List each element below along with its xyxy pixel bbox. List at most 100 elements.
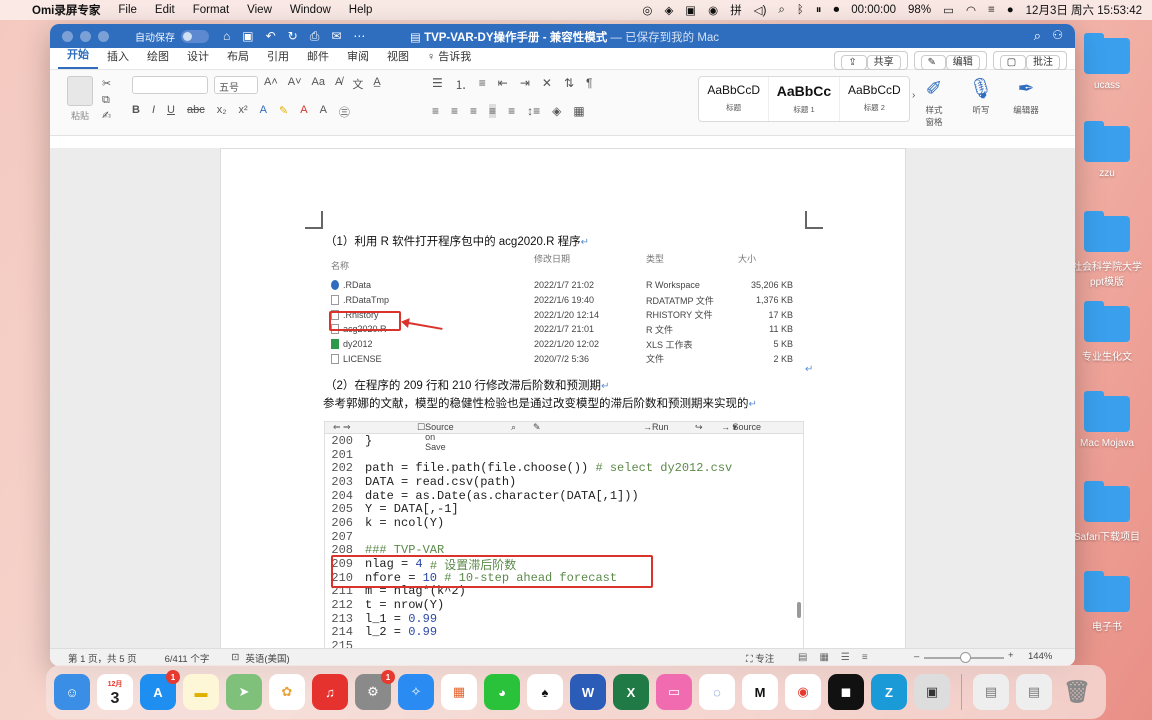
dock-recent-doc-2[interactable]: ▤ — [1016, 674, 1052, 710]
dock-recent-doc-1[interactable]: ▤ — [973, 674, 1009, 710]
char-border-icon[interactable]: A̲ — [373, 76, 380, 92]
styles-more-icon[interactable]: › — [912, 90, 915, 101]
share-button[interactable]: ⇪ 共享 — [834, 51, 908, 70]
dock-system-settings[interactable]: ⚙ 1 — [355, 670, 395, 710]
grow-font-icon[interactable]: A˄ — [264, 76, 278, 92]
siri-icon[interactable]: ● — [1007, 4, 1014, 16]
shading-icon[interactable]: ◈ — [552, 104, 561, 118]
clock[interactable]: 12月3日 周六 15:53:42 — [1026, 2, 1142, 18]
desktop-folder-ppt[interactable]: 社会科学院大学 ppt模版 — [1067, 211, 1147, 288]
dock-gmail[interactable]: M — [742, 674, 778, 710]
screen-status-icon[interactable]: ▣ — [685, 3, 696, 17]
desktop-folder-ebook[interactable]: 电子书 — [1067, 571, 1147, 633]
menu-format[interactable]: Format — [193, 4, 229, 16]
font-color-icon[interactable]: A — [300, 104, 307, 120]
bold-icon[interactable]: B — [132, 104, 140, 120]
tab-draw[interactable]: 绘图 — [138, 48, 178, 69]
menu-edit[interactable]: Edit — [155, 4, 175, 16]
page-count[interactable]: 第 1 页，共 5 页 — [68, 651, 137, 665]
more-icon[interactable]: ⋯ — [353, 29, 365, 44]
style-gallery[interactable]: AaBbCcD 标题 AaBbCc 标题 1 AaBbCcD 标题 2 — [698, 76, 910, 122]
undo-icon[interactable]: ↶ — [266, 29, 276, 44]
message-status-icon[interactable]: ◈ — [664, 3, 673, 17]
mail-icon[interactable]: ✉ — [331, 29, 341, 44]
decrease-indent-icon[interactable]: ⇤ — [498, 76, 508, 93]
dock-launchpad[interactable]: ▦ — [441, 674, 477, 710]
tab-home[interactable]: 开始 — [58, 46, 98, 69]
home-icon[interactable]: ⌂ — [223, 29, 230, 44]
outline-icon[interactable]: ☰ — [841, 652, 850, 663]
enclose-char-icon[interactable]: ㊂ — [339, 104, 350, 120]
zoom-out-icon[interactable]: – — [914, 651, 919, 662]
proofing-icon[interactable]: ⊡ — [231, 652, 239, 663]
autosave-toggle[interactable] — [181, 29, 209, 43]
text-effects-icon[interactable]: A — [260, 104, 267, 120]
paragraph-step1[interactable]: （1）利用 R 软件打开程序包中的 acg2020.R 程序↵ — [325, 233, 589, 249]
record-stop-icon[interactable]: ⏺ — [834, 4, 840, 17]
tab-insert[interactable]: 插入 — [98, 48, 138, 69]
dock-maps[interactable]: ➤ — [226, 674, 262, 710]
show-marks-icon[interactable]: ¶ — [586, 76, 592, 93]
dock-wechat[interactable]: ◕ — [484, 674, 520, 710]
menu-window[interactable]: Window — [290, 4, 331, 16]
volume-icon[interactable]: ◁) — [754, 3, 767, 17]
paragraph-step2[interactable]: （2）在程序的 209 行和 210 行修改滞后阶数和预测期↵ — [325, 377, 609, 393]
bullets-icon[interactable]: ☰ — [432, 76, 443, 93]
format-painter-icon[interactable]: ✍ — [102, 108, 111, 124]
superscript-icon[interactable]: x² — [239, 104, 248, 120]
dock-zotero[interactable]: Z — [871, 674, 907, 710]
clear-format-icon[interactable]: A̸ — [335, 76, 342, 92]
dock-finder[interactable]: ☺ — [54, 674, 90, 710]
input-method-icon[interactable]: 拼 — [730, 2, 742, 18]
account-icon[interactable]: ⚇ — [1052, 28, 1063, 42]
search-status-icon[interactable]: ⌕ — [778, 4, 784, 17]
zoom-in-icon[interactable]: + — [1008, 650, 1014, 661]
word-count[interactable]: 6/411 个字 — [165, 651, 210, 665]
zoom-button[interactable] — [98, 30, 109, 42]
zoom-level[interactable]: 144% — [1028, 651, 1052, 662]
multilevel-list-icon[interactable]: ≡ — [479, 76, 486, 93]
dock-excel[interactable]: X — [613, 674, 649, 710]
print-icon[interactable]: ⎙ — [310, 29, 320, 44]
close-button[interactable] — [62, 30, 73, 42]
save-icon[interactable]: ▣ — [242, 29, 253, 44]
dock-safari[interactable]: ✧ — [398, 674, 434, 710]
style-heading-2[interactable]: AaBbCcD 标题 2 — [840, 77, 909, 121]
desktop-folder-biochem[interactable]: 专业生化文 — [1067, 301, 1147, 363]
sort-icon[interactable]: ⇅ — [564, 76, 574, 93]
menu-file[interactable]: File — [118, 4, 137, 16]
tab-tell-me[interactable]: ♀ 告诉我 — [418, 48, 480, 69]
subscript-icon[interactable]: x₂ — [217, 104, 227, 120]
align-center-icon[interactable]: ≡ — [451, 104, 458, 118]
highlight-icon[interactable]: ✎ — [279, 104, 288, 120]
borders-icon[interactable]: ▦ — [573, 104, 584, 118]
tab-layout[interactable]: 布局 — [218, 48, 258, 69]
dock-preview[interactable]: ▣ — [914, 674, 950, 710]
battery-icon[interactable]: ▭ — [943, 3, 954, 17]
web-layout-icon[interactable]: ▦ — [819, 652, 828, 663]
wifi-icon[interactable]: ◠ — [966, 3, 976, 17]
strikethrough-icon[interactable]: abc — [187, 104, 205, 120]
font-name-select[interactable] — [132, 76, 208, 94]
tab-review[interactable]: 审阅 — [338, 48, 378, 69]
underline-icon[interactable]: U — [167, 104, 175, 120]
document-area[interactable]: （1）利用 R 软件打开程序包中的 acg2020.R 程序↵ 名称 修改日期 … — [50, 148, 1075, 648]
chinese-layout-icon[interactable]: ✕ — [542, 76, 552, 93]
italic-icon[interactable]: I — [152, 104, 155, 120]
wechat-status-icon[interactable]: ◎ — [642, 3, 652, 17]
numbering-icon[interactable]: ⒈ — [455, 76, 467, 93]
tab-references[interactable]: 引用 — [258, 48, 298, 69]
page[interactable]: （1）利用 R 软件打开程序包中的 acg2020.R 程序↵ 名称 修改日期 … — [220, 148, 906, 648]
control-center-icon[interactable]: ≡ — [988, 4, 995, 16]
menu-view[interactable]: View — [247, 4, 272, 16]
dock-screen-app[interactable]: ▭ — [656, 674, 692, 710]
distributed-icon[interactable]: ≡ — [508, 104, 515, 118]
dock-chat-app[interactable]: ◌ — [699, 674, 735, 710]
justify-icon[interactable]: ≡ — [489, 104, 497, 118]
align-right-icon[interactable]: ≡ — [470, 104, 477, 118]
char-shading-icon[interactable]: A — [320, 104, 327, 120]
menu-help[interactable]: Help — [349, 4, 373, 16]
increase-indent-icon[interactable]: ⇥ — [520, 76, 530, 93]
styles-pane-button[interactable]: ✐ 样式 窗格 — [916, 76, 952, 128]
tab-design[interactable]: 设计 — [178, 48, 218, 69]
